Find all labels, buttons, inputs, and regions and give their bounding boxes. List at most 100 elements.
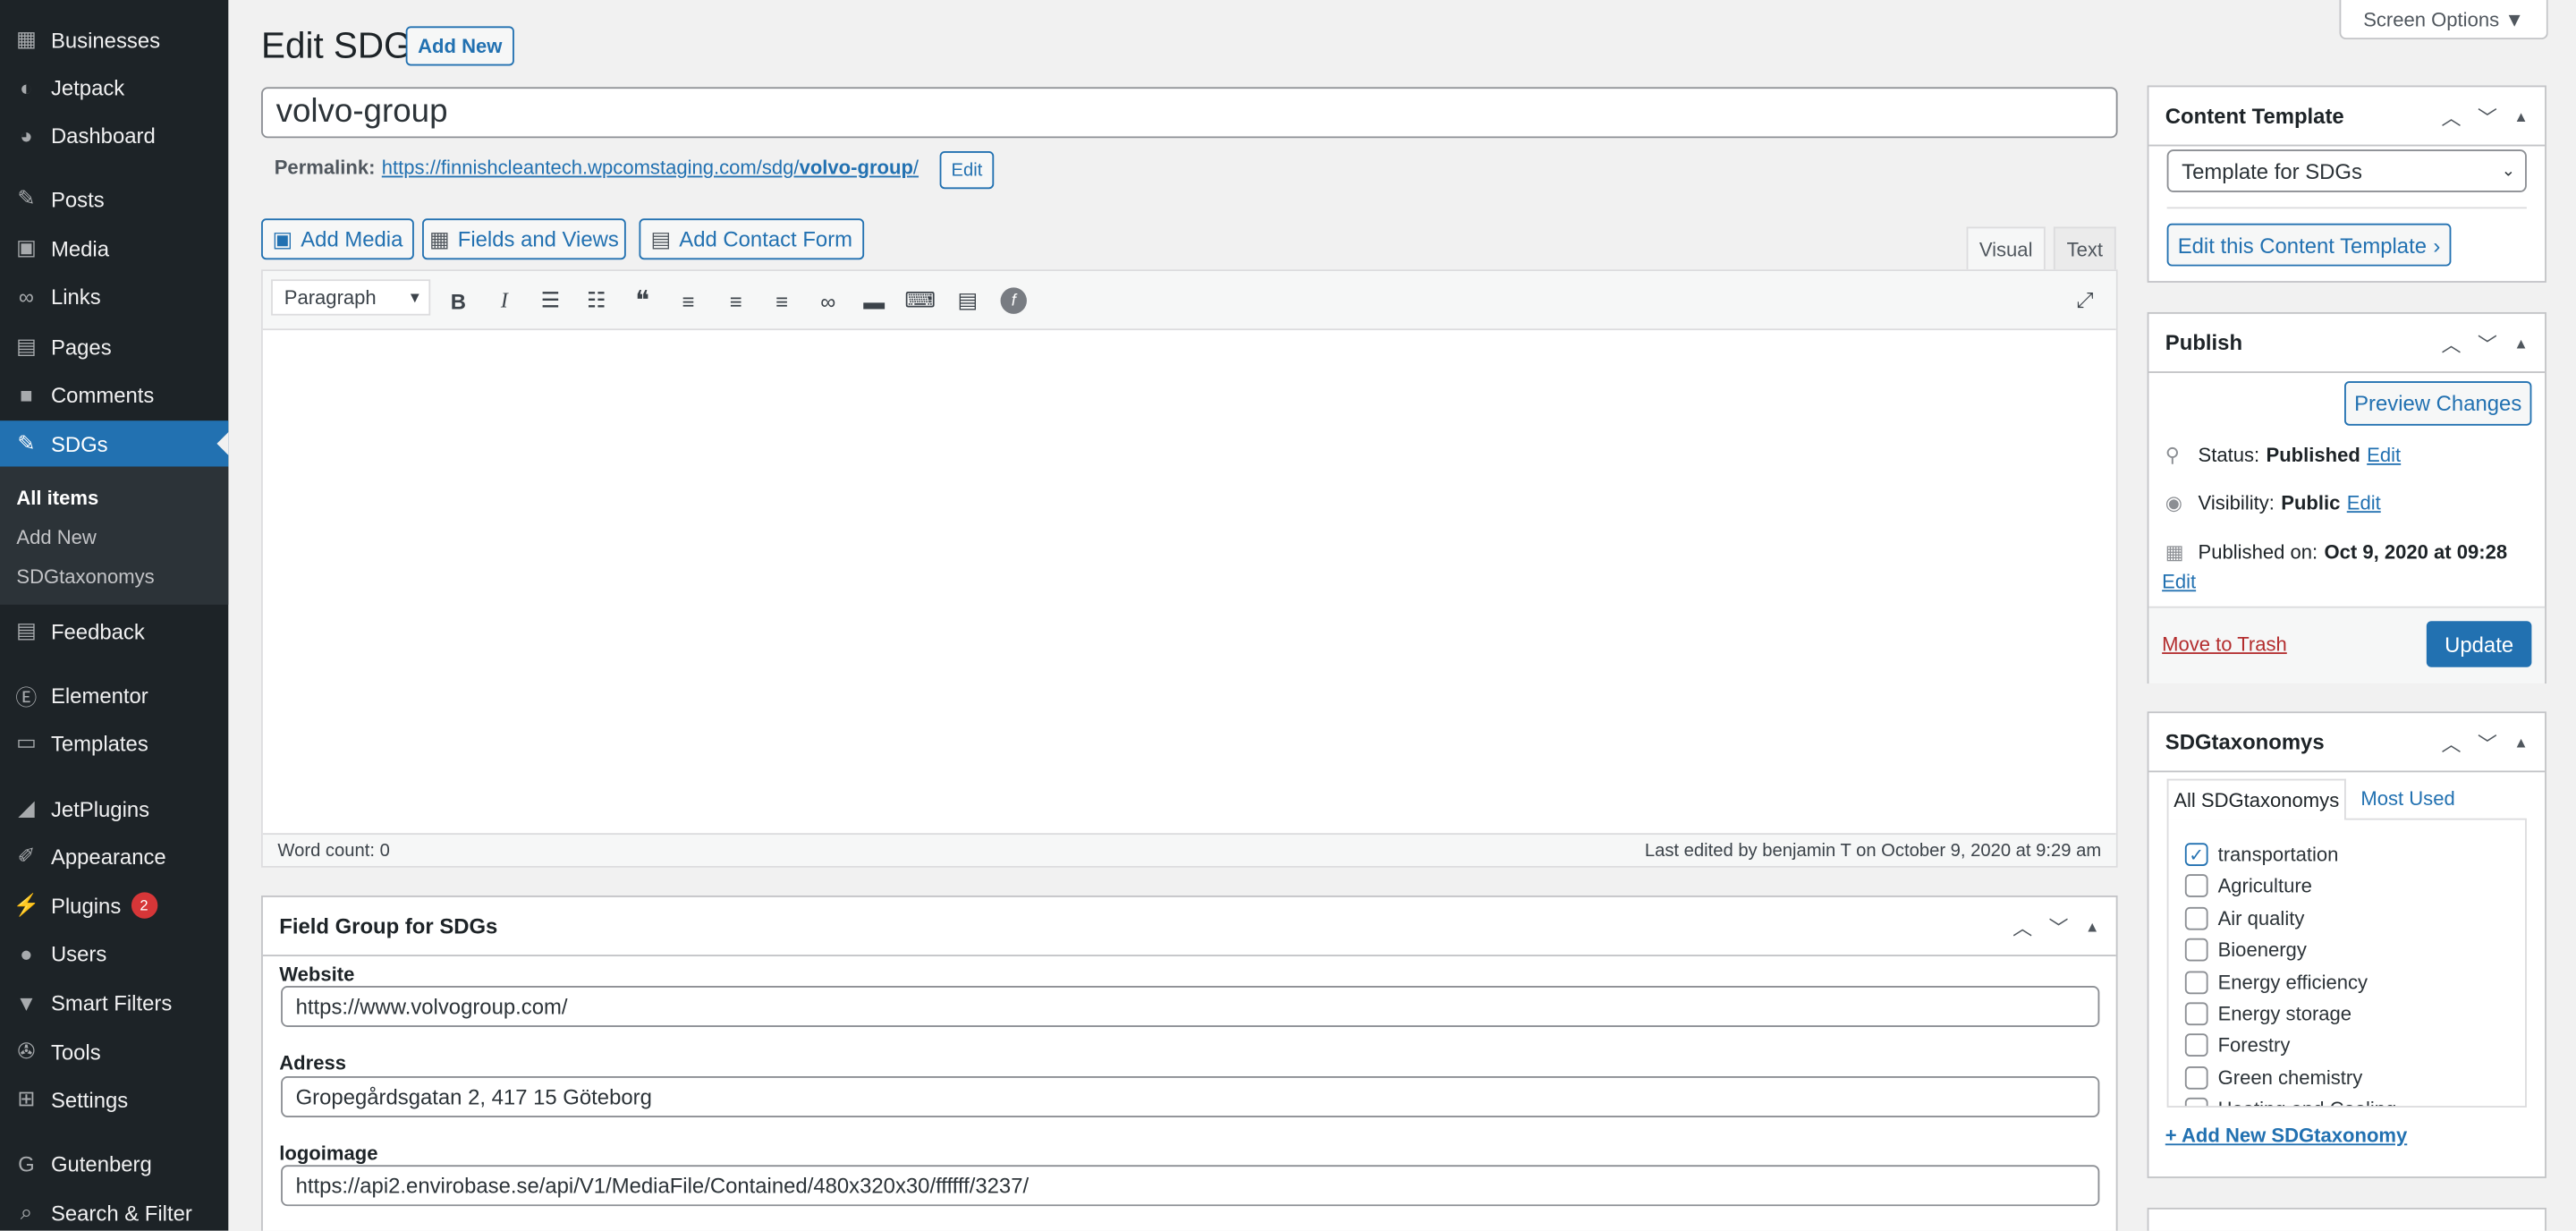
menu-media[interactable]: ▣ Media xyxy=(0,225,228,271)
taxonomy-checkbox[interactable] xyxy=(2184,1002,2208,1026)
menu-smart-filters[interactable]: ▼ Smart Filters xyxy=(0,980,228,1025)
tab-all-sdgtaxonomys[interactable]: All SDGtaxonomys xyxy=(2166,778,2346,820)
menu-gutenberg[interactable]: G Gutenberg xyxy=(0,1141,228,1186)
fields-views-button[interactable]: ▦ Fields and Views xyxy=(422,218,626,260)
move-up-icon[interactable]: ︿ xyxy=(2012,913,2032,940)
taxonomy-checkbox[interactable] xyxy=(2184,874,2208,898)
permalink-link[interactable]: https://finnishcleantech.wpcomstaging.co… xyxy=(382,156,919,179)
menu-feedback[interactable]: ▤ Feedback xyxy=(0,608,228,654)
published-on-edit-link[interactable]: Edit xyxy=(2162,570,2196,593)
taxonomy-checkbox[interactable] xyxy=(2184,906,2208,930)
menu-appearance[interactable]: ✐ Appearance xyxy=(0,833,228,879)
add-contact-form-button[interactable]: ▤ Add Contact Form xyxy=(639,218,865,260)
taxonomy-item[interactable]: Agriculture xyxy=(2184,871,2312,901)
update-button[interactable]: Update xyxy=(2426,621,2532,667)
add-new-sdgtaxonomy-link[interactable]: + Add New SDGtaxonomy xyxy=(2165,1124,2407,1147)
taxonomy-checkbox[interactable] xyxy=(2184,970,2208,994)
menu-comments[interactable]: ■ Comments xyxy=(0,371,228,417)
brush-icon: ✐ xyxy=(17,843,36,868)
blockquote-icon[interactable]: ❝ xyxy=(629,287,655,315)
published-on-label: Published on: xyxy=(2198,540,2318,564)
menu-tools[interactable]: ✇ Tools xyxy=(0,1029,228,1074)
submenu-all-items[interactable]: All items xyxy=(16,487,98,510)
menu-pages[interactable]: ▤ Pages xyxy=(0,324,228,369)
align-left-icon[interactable]: ≡ xyxy=(675,287,701,313)
website-input[interactable]: https://www.volvogroup.com/ xyxy=(281,986,2100,1027)
collapse-icon[interactable]: ▲ xyxy=(2513,335,2528,352)
taxonomy-checkbox[interactable] xyxy=(2184,1098,2208,1107)
adress-input[interactable]: Gropegårdsgatan 2, 417 15 Göteborg xyxy=(281,1076,2100,1117)
content-template-select[interactable]: Template for SDGs ⌄ xyxy=(2166,149,2527,192)
numbered-list-icon[interactable]: ☷ xyxy=(583,287,609,313)
move-down-icon[interactable]: ﹀ xyxy=(2478,329,2497,357)
menu-plugins[interactable]: ⚡ Plugins 2 xyxy=(0,882,228,928)
menu-sdgs[interactable]: ✎ SDGs xyxy=(0,420,229,467)
field-group-header[interactable]: Field Group for SDGs xyxy=(262,897,2116,956)
read-more-icon[interactable]: ▬ xyxy=(860,287,886,313)
align-right-icon[interactable]: ≡ xyxy=(769,287,795,313)
move-to-trash-link[interactable]: Move to Trash xyxy=(2162,632,2287,656)
move-down-icon[interactable]: ﹀ xyxy=(2049,913,2069,940)
menu-posts[interactable]: ✎ Posts xyxy=(0,176,228,222)
logoimage-input[interactable]: https://api2.envirobase.se/api/V1/MediaF… xyxy=(281,1165,2100,1207)
screen-options-button[interactable]: Screen Options ▼ xyxy=(2339,0,2548,40)
comment-icon: ■ xyxy=(20,382,33,407)
align-center-icon[interactable]: ≡ xyxy=(723,287,749,313)
taxonomy-checkbox[interactable] xyxy=(2184,938,2208,962)
editor-content-area[interactable] xyxy=(262,330,2116,836)
taxonomy-item[interactable]: ✓ transportation xyxy=(2184,840,2338,870)
collapse-icon[interactable]: ▲ xyxy=(2513,108,2528,124)
visibility-label: Visibility: xyxy=(2198,491,2275,514)
taxonomy-checklist[interactable]: ✓ transportation Agriculture Air quality Bio… xyxy=(2166,818,2527,1108)
add-media-button[interactable]: ▣ Add Media xyxy=(261,218,414,260)
menu-elementor[interactable]: Ⓔ Elementor xyxy=(0,672,228,717)
menu-links[interactable]: ∞ Links xyxy=(0,273,228,318)
taxonomy-item[interactable]: Forestry xyxy=(2184,1031,2290,1060)
move-up-icon[interactable]: ︿ xyxy=(2441,729,2461,757)
submenu-sdgtaxonomys[interactable]: SDGtaxonomys xyxy=(16,565,154,589)
fullscreen-icon[interactable]: ⤢ xyxy=(2072,287,2097,313)
format-select[interactable]: Paragraph ▼ xyxy=(271,279,431,316)
move-up-icon[interactable]: ︿ xyxy=(2441,329,2461,357)
link-icon[interactable]: ∞ xyxy=(815,287,841,313)
form-icon[interactable]: ▤ xyxy=(954,287,980,313)
menu-jetplugins[interactable]: ◢ JetPlugins xyxy=(0,785,228,831)
bold-icon[interactable]: B xyxy=(445,287,471,313)
menu-dashboard[interactable]: ◕ Dashboard xyxy=(0,112,228,157)
menu-settings[interactable]: ⊞ Settings xyxy=(0,1076,228,1122)
visibility-edit-link[interactable]: Edit xyxy=(2347,491,2381,514)
menu-templates[interactable]: ▭ Templates xyxy=(0,719,228,765)
menu-jetpack[interactable]: ◐ Jetpack xyxy=(0,64,228,110)
menu-users[interactable]: ● Users xyxy=(0,930,228,976)
taxonomy-item[interactable]: Green chemistry xyxy=(2184,1063,2362,1092)
status-edit-link[interactable]: Edit xyxy=(2367,444,2401,467)
taxonomy-item[interactable]: Air quality xyxy=(2184,904,2304,933)
menu-search-filter[interactable]: ⌕ Search & Filter xyxy=(0,1190,228,1231)
move-down-icon[interactable]: ﹀ xyxy=(2478,103,2497,131)
collapse-icon[interactable]: ▲ xyxy=(2085,919,2099,935)
add-new-button[interactable]: Add New xyxy=(405,26,514,66)
preview-changes-button[interactable]: Preview Changes xyxy=(2344,381,2532,426)
menu-businesses[interactable]: ▦ Businesses xyxy=(0,16,228,62)
taxonomy-checkbox[interactable] xyxy=(2184,1065,2208,1090)
permalink-edit-button[interactable]: Edit xyxy=(939,150,995,190)
taxonomy-item[interactable]: Energy efficiency xyxy=(2184,967,2368,997)
formidable-icon[interactable]: f xyxy=(1000,287,1027,314)
italic-icon[interactable]: I xyxy=(491,287,517,313)
taxonomy-item[interactable]: Heating and Cooling xyxy=(2184,1095,2396,1107)
submenu-add-new[interactable]: Add New xyxy=(16,526,96,549)
keyboard-icon[interactable]: ⌨ xyxy=(904,287,935,313)
tab-text[interactable]: Text xyxy=(2053,226,2116,270)
post-title-input[interactable]: volvo-group xyxy=(261,87,2118,139)
move-down-icon[interactable]: ﹀ xyxy=(2478,729,2497,757)
bullet-list-icon[interactable]: ☰ xyxy=(538,287,564,313)
taxonomy-checkbox[interactable]: ✓ xyxy=(2184,843,2208,866)
move-up-icon[interactable]: ︿ xyxy=(2441,103,2461,131)
collapse-icon[interactable]: ▲ xyxy=(2513,734,2528,751)
edit-content-template-button[interactable]: Edit this Content Template › xyxy=(2166,223,2452,267)
taxonomy-item[interactable]: Energy storage xyxy=(2184,999,2351,1029)
tab-most-used[interactable]: Most Used xyxy=(2360,787,2454,811)
taxonomy-item[interactable]: Bioenergy xyxy=(2184,935,2307,964)
taxonomy-checkbox[interactable] xyxy=(2184,1034,2208,1057)
tab-visual[interactable]: Visual xyxy=(1966,226,2046,270)
